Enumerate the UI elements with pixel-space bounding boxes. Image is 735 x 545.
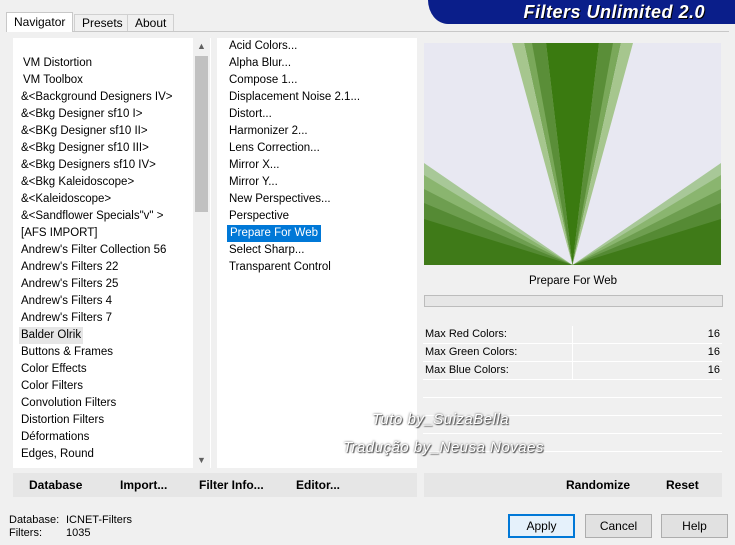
editor-button[interactable]: Editor... xyxy=(296,478,340,492)
list-item[interactable]: Andrew's Filters 22 xyxy=(21,259,118,276)
param-divider xyxy=(572,362,573,379)
list-item[interactable]: &<Bkg Designer sf10 I> xyxy=(21,106,142,123)
list-item[interactable]: Distortion Filters xyxy=(21,412,104,429)
status-label: Filters: xyxy=(9,527,42,539)
right-toolbar: Randomize Reset xyxy=(424,473,722,497)
tab-navigator[interactable]: Navigator xyxy=(6,12,74,32)
param-row-green[interactable]: Max Green Colors: 16 xyxy=(423,344,722,362)
status-database: Database: ICNET-Filters xyxy=(9,514,132,526)
category-list[interactable]: VM Distortion VM Toolbox &<Background De… xyxy=(13,38,211,468)
banner-title: Filters Unlimited 2.0 xyxy=(523,2,705,22)
list-item[interactable]: Displacement Noise 2.1... xyxy=(229,89,360,106)
filter-info-button[interactable]: Filter Info... xyxy=(199,478,264,492)
watermark-line-1: Tuto by_SuizaBella xyxy=(372,411,510,428)
list-item[interactable]: Alpha Blur... xyxy=(229,55,291,72)
status-value: 1035 xyxy=(66,527,91,539)
list-item[interactable]: [AFS IMPORT] xyxy=(21,225,97,242)
progress-bar xyxy=(424,295,723,307)
list-item[interactable]: Edges, Round xyxy=(21,446,94,463)
tab-about[interactable]: About xyxy=(127,14,175,32)
list-item[interactable]: &<Kaleidoscope> xyxy=(21,191,111,208)
list-item[interactable]: Acid Colors... xyxy=(229,38,297,55)
list-item[interactable]: VM Toolbox xyxy=(23,72,83,89)
filter-title: Prepare For Web xyxy=(529,275,617,287)
list-item[interactable]: Convolution Filters xyxy=(21,395,116,412)
tab-divider xyxy=(6,31,729,32)
list-item[interactable]: Compose 1... xyxy=(229,72,297,89)
param-label: Max Red Colors: xyxy=(425,328,507,340)
param-value[interactable]: 16 xyxy=(708,364,720,376)
apply-button[interactable]: Apply xyxy=(508,514,575,538)
tab-presets[interactable]: Presets xyxy=(74,14,131,32)
reset-button[interactable]: Reset xyxy=(666,478,699,492)
param-row-blue[interactable]: Max Blue Colors: 16 xyxy=(423,362,722,380)
status-label: Database: xyxy=(9,514,60,526)
list-item[interactable]: Perspective xyxy=(229,208,289,225)
help-button[interactable]: Help xyxy=(661,514,728,538)
list-item[interactable]: Color Filters xyxy=(21,378,83,395)
scroll-down-icon[interactable]: ▼ xyxy=(193,452,210,468)
list-item[interactable]: Harmonizer 2... xyxy=(229,123,308,140)
database-button[interactable]: Database xyxy=(29,478,82,492)
title-banner: Filters Unlimited 2.0 xyxy=(428,0,735,24)
list-item[interactable]: Andrew's Filters 25 xyxy=(21,276,118,293)
param-divider xyxy=(572,326,573,343)
list-item[interactable]: &<BKg Designer sf10 II> xyxy=(21,123,148,140)
list-item-selected[interactable]: Balder Olrik xyxy=(19,327,84,344)
list-item[interactable]: &<Sandflower Specials"v" > xyxy=(21,208,163,225)
list-item[interactable]: Andrew's Filters 7 xyxy=(21,310,112,327)
param-value[interactable]: 16 xyxy=(708,328,720,340)
list-item[interactable]: VM Distortion xyxy=(23,55,92,72)
status-filters: Filters: 1035 xyxy=(9,527,90,539)
list-item[interactable]: &<Bkg Designer sf10 III> xyxy=(21,140,149,157)
scrollbar-thumb[interactable] xyxy=(195,56,208,212)
filter-list[interactable]: Acid Colors... Alpha Blur... Compose 1..… xyxy=(217,38,417,468)
param-label: Max Green Colors: xyxy=(425,346,518,358)
preview-graphic xyxy=(424,43,721,265)
param-value[interactable]: 16 xyxy=(708,346,720,358)
param-label: Max Blue Colors: xyxy=(425,364,509,376)
list-item[interactable]: Lens Correction... xyxy=(229,140,320,157)
import-button[interactable]: Import... xyxy=(120,478,167,492)
list-item[interactable]: Andrew's Filters 4 xyxy=(21,293,112,310)
param-divider xyxy=(572,344,573,361)
list-item[interactable]: &<Bkg Designers sf10 IV> xyxy=(21,157,156,174)
list-item[interactable]: Distort... xyxy=(229,106,272,123)
left-toolbar: Database Import... Filter Info... Editor… xyxy=(13,473,417,497)
list-item[interactable]: &<Bkg Kaleidoscope> xyxy=(21,174,134,191)
scroll-up-icon[interactable]: ▲ xyxy=(193,38,210,54)
list-item[interactable]: Mirror X... xyxy=(229,157,279,174)
watermark-line-2: Tradução by_Neusa Novaes xyxy=(343,439,544,456)
status-value: ICNET-Filters xyxy=(66,514,132,526)
list-item[interactable]: Select Sharp... xyxy=(229,242,304,259)
filter-title-panel: Prepare For Web xyxy=(424,271,722,293)
list-item[interactable]: Mirror Y... xyxy=(229,174,278,191)
preview-image xyxy=(424,43,721,265)
list-item[interactable]: Andrew's Filter Collection 56 xyxy=(21,242,166,259)
list-item[interactable]: Déformations xyxy=(21,429,89,446)
randomize-button[interactable]: Randomize xyxy=(566,478,630,492)
param-row-empty xyxy=(423,380,722,398)
list-item[interactable]: Transparent Control xyxy=(229,259,331,276)
list-item[interactable]: New Perspectives... xyxy=(229,191,331,208)
list-item-selected[interactable]: Prepare For Web xyxy=(227,225,321,242)
list-item[interactable]: &<Background Designers IV> xyxy=(21,89,173,106)
cancel-button[interactable]: Cancel xyxy=(585,514,652,538)
list-item[interactable]: Color Effects xyxy=(21,361,87,378)
param-row-red[interactable]: Max Red Colors: 16 xyxy=(423,326,722,344)
list-item[interactable]: Buttons & Frames xyxy=(21,344,113,361)
category-scrollbar[interactable]: ▲ ▼ xyxy=(193,38,210,468)
